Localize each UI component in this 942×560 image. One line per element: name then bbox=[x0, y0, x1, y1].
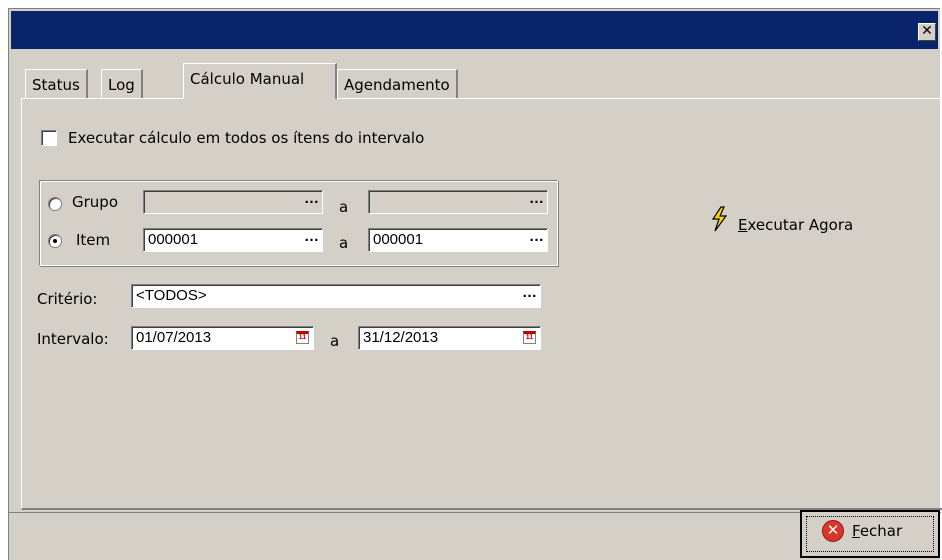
intervalo-to-value: 31/12/2013 bbox=[363, 329, 439, 346]
item-to-value: 000001 bbox=[373, 231, 424, 248]
item-radio[interactable] bbox=[48, 234, 62, 248]
intervalo-to-field[interactable]: 31/12/2013 11 bbox=[358, 326, 541, 350]
execute-now-button[interactable]: Executar Agora bbox=[738, 216, 853, 234]
tab-log[interactable]: Log bbox=[101, 69, 143, 99]
criterio-value: <TODOS> bbox=[136, 287, 207, 304]
intervalo-from-field[interactable]: 01/07/2013 11 bbox=[131, 326, 314, 350]
lightning-bolt-icon bbox=[711, 206, 728, 232]
close-button[interactable]: ✕ Fechar bbox=[800, 510, 940, 558]
grupo-to-lookup-icon[interactable]: … bbox=[529, 191, 544, 210]
title-bar: ✕ bbox=[11, 11, 938, 49]
close-label-rest: echar bbox=[859, 522, 903, 540]
execute-all-label: Executar cálculo em todos os ítens do in… bbox=[68, 129, 425, 147]
item-to-lookup-icon[interactable]: … bbox=[529, 229, 544, 248]
criterio-lookup-icon[interactable]: … bbox=[522, 285, 537, 304]
grupo-range-sep: a bbox=[339, 198, 349, 216]
close-icon[interactable]: ✕ bbox=[918, 23, 936, 41]
execute-now-label: xecutar Agora bbox=[747, 216, 854, 234]
execute-all-checkbox[interactable] bbox=[41, 130, 57, 146]
tab-agendamento[interactable]: Agendamento bbox=[337, 69, 458, 99]
grupo-from-lookup-icon[interactable]: … bbox=[304, 191, 319, 210]
tab-status[interactable]: Status bbox=[25, 69, 88, 99]
item-from-lookup-icon[interactable]: … bbox=[304, 229, 319, 248]
grupo-radio[interactable] bbox=[48, 197, 62, 211]
criterio-label: Critério: bbox=[37, 290, 98, 308]
grupo-label: Grupo bbox=[72, 193, 118, 211]
close-x-icon: ✕ bbox=[822, 520, 844, 542]
intervalo-range-sep: a bbox=[330, 332, 340, 350]
item-range-sep: a bbox=[339, 234, 349, 252]
item-to-field[interactable]: 000001 … bbox=[368, 228, 548, 252]
calendar-icon[interactable]: 11 bbox=[296, 331, 309, 344]
intervalo-from-value: 01/07/2013 bbox=[136, 329, 212, 346]
item-from-field[interactable]: 000001 … bbox=[143, 228, 323, 252]
item-from-value: 000001 bbox=[148, 231, 199, 248]
grupo-to-field[interactable]: … bbox=[368, 190, 548, 214]
item-label: Item bbox=[76, 231, 111, 249]
calendar-icon[interactable]: 11 bbox=[523, 331, 536, 344]
criterio-field[interactable]: <TODOS> … bbox=[131, 284, 541, 308]
close-button-label: Fechar bbox=[852, 522, 902, 540]
tab-calculo-manual[interactable]: Cálculo Manual bbox=[183, 63, 337, 99]
grupo-from-field[interactable]: … bbox=[143, 190, 323, 214]
intervalo-label: Intervalo: bbox=[37, 330, 109, 348]
close-mnemonic: F bbox=[852, 522, 860, 540]
